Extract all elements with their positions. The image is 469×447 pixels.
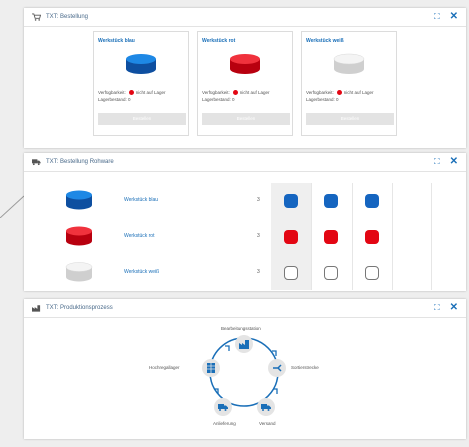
panel-title: TXT: Bestellung bbox=[46, 14, 89, 20]
panel-title: TXT: Bestellung Rohware bbox=[46, 159, 114, 165]
rohware-label[interactable]: Werkstück weiß bbox=[124, 269, 159, 275]
stock-slot bbox=[324, 230, 338, 244]
rohware-panel: TXT: Bestellung Rohware ⛶ ✕ Werkstück bl… bbox=[24, 153, 466, 291]
order-card-blue: Werkstück blau Verfügbarkeit: nicht auf L… bbox=[93, 31, 189, 136]
stock-slot bbox=[365, 230, 379, 244]
panel-header: TXT: Bestellung Rohware ⛶ ✕ bbox=[24, 153, 466, 172]
rohware-label[interactable]: Werkstück blau bbox=[124, 197, 158, 203]
label-sortier: Sortierstrecke bbox=[291, 365, 319, 370]
workpiece-red-icon bbox=[230, 54, 260, 74]
label-anlieferung: Anlieferung bbox=[213, 421, 236, 426]
stock-slot bbox=[365, 266, 379, 280]
order-card-white: Werkstück weiß Verfügbarkeit: nicht auf L… bbox=[301, 31, 397, 136]
cart-icon bbox=[32, 13, 41, 21]
stock-slot bbox=[284, 266, 298, 280]
status-dot bbox=[336, 90, 342, 96]
rohware-count: 3 bbox=[257, 269, 260, 275]
stock-slot bbox=[365, 194, 379, 208]
stock-slot bbox=[284, 194, 298, 208]
workpiece-red-icon bbox=[66, 226, 92, 246]
robot-arms bbox=[214, 345, 278, 394]
order-button[interactable]: Bestellen bbox=[202, 113, 290, 125]
rohware-row-blue: Werkstück blau 3 bbox=[24, 183, 466, 219]
order-card-red: Werkstück rot Verfügbarkeit: nicht auf La… bbox=[197, 31, 293, 136]
availability-label: Verfügbarkeit: bbox=[202, 90, 230, 95]
status-dot bbox=[232, 90, 238, 96]
label-hochregal: Hochregallager bbox=[149, 365, 180, 370]
status-dot bbox=[128, 90, 134, 96]
stock-label: Lagerbestand: bbox=[202, 97, 231, 102]
availability-label: Verfügbarkeit: bbox=[98, 90, 126, 95]
rohware-row-red: Werkstück rot 3 bbox=[24, 219, 466, 255]
rohware-label[interactable]: Werkstück rot bbox=[124, 233, 154, 239]
label-bearbeitung: Bearbeitungsstation bbox=[221, 326, 261, 331]
close-icon[interactable]: ✕ bbox=[450, 157, 458, 167]
workpiece-white-icon bbox=[333, 53, 365, 74]
stock-slot bbox=[324, 194, 338, 208]
stock-value: 0 bbox=[336, 97, 339, 102]
availability-value: nicht auf Lager bbox=[239, 90, 270, 95]
workpiece-white-icon bbox=[65, 262, 93, 282]
stock-slot bbox=[324, 266, 338, 280]
stock-slot bbox=[284, 230, 298, 244]
label-versand: Versand bbox=[259, 421, 276, 426]
produktion-panel: TXT: Produktionsprozess ⛶ ✕ Bearbeitungs… bbox=[24, 299, 466, 439]
order-button[interactable]: Bestellen bbox=[306, 113, 394, 125]
expand-icon[interactable]: ⛶ bbox=[434, 157, 440, 167]
workpiece-blue-icon bbox=[126, 54, 156, 74]
stock-value: 0 bbox=[232, 97, 235, 102]
rohware-count: 3 bbox=[257, 197, 260, 203]
stock-label: Lagerbestand: bbox=[306, 97, 335, 102]
stock-label: Lagerbestand: bbox=[98, 97, 127, 102]
panel-header: TXT: Bestellung ⛶ ✕ bbox=[24, 8, 466, 27]
expand-icon[interactable]: ⛶ bbox=[434, 12, 440, 22]
availability-value: nicht auf Lager bbox=[343, 90, 374, 95]
availability-label: Verfügbarkeit: bbox=[306, 90, 334, 95]
order-button[interactable]: Bestellen bbox=[98, 113, 186, 125]
workpiece-blue-icon bbox=[66, 190, 92, 210]
stock-value: 0 bbox=[128, 97, 131, 102]
card-title: Werkstück rot bbox=[202, 38, 236, 44]
rohware-count: 3 bbox=[257, 233, 260, 239]
bestellung-panel: TXT: Bestellung ⛶ ✕ Werkstück blau Verfü… bbox=[24, 8, 466, 148]
card-title: Werkstück blau bbox=[98, 38, 135, 44]
rohware-row-white: Werkstück weiß 3 bbox=[24, 255, 466, 291]
availability-value: nicht auf Lager bbox=[135, 90, 166, 95]
truck-icon bbox=[32, 159, 41, 166]
close-icon[interactable]: ✕ bbox=[450, 12, 458, 22]
card-title: Werkstück weiß bbox=[306, 38, 344, 44]
